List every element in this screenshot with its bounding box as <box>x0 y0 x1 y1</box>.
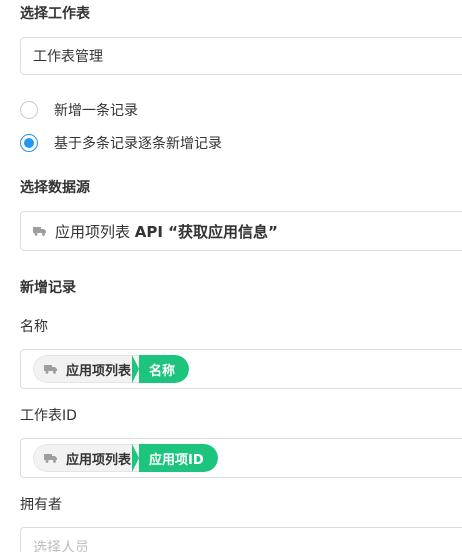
datasource-select[interactable]: 应用项列表 API “获取应用信息” <box>20 211 462 251</box>
tag-field: 名称 <box>132 355 190 383</box>
field-tag[interactable]: 应用项列表 名称 <box>33 355 190 383</box>
field-label-owner: 拥有者 <box>20 497 62 513</box>
radio-option-label: 新增一条记录 <box>54 103 138 119</box>
truck-icon <box>33 227 46 236</box>
worksheet-select-value: 工作表管理 <box>33 49 103 65</box>
name-field[interactable]: 应用项列表 名称 <box>20 349 462 389</box>
worksheet-section-title: 选择工作表 <box>20 6 90 22</box>
truck-icon <box>44 365 57 374</box>
tag-source-label: 应用项列表 <box>66 363 132 379</box>
owner-field[interactable]: 选择人员 <box>20 527 462 552</box>
tag-field: 应用项ID <box>132 444 218 472</box>
tag-source-label: 应用项列表 <box>66 452 132 468</box>
datasource-value: 应用项列表 API “获取应用信息” <box>55 221 278 242</box>
owner-placeholder: 选择人员 <box>33 540 89 552</box>
radio-unchecked-icon[interactable] <box>20 101 38 119</box>
datasource-value-api: API “获取应用信息” <box>134 222 278 241</box>
field-label-worksheet-id: 工作表ID <box>20 408 77 424</box>
new-record-section-title: 新增记录 <box>20 280 76 296</box>
radio-option-multi-record[interactable]: 基于多条记录逐条新增记录 <box>20 133 222 153</box>
worksheet-id-field[interactable]: 应用项列表 应用项ID <box>20 438 462 478</box>
radio-option-single-record[interactable]: 新增一条记录 <box>20 100 138 120</box>
radio-checked-icon[interactable] <box>20 134 38 152</box>
field-label-name: 名称 <box>20 319 48 335</box>
datasource-value-prefix: 应用项列表 <box>55 222 135 241</box>
page: 选择工作表 工作表管理 新增一条记录 基于多条记录逐条新增记录 选择数据源 应用… <box>0 0 462 552</box>
tag-source: 应用项列表 <box>33 444 140 472</box>
field-tag[interactable]: 应用项列表 应用项ID <box>33 444 218 472</box>
radio-option-label: 基于多条记录逐条新增记录 <box>54 136 222 152</box>
truck-icon <box>44 454 57 463</box>
worksheet-select[interactable]: 工作表管理 <box>20 37 462 75</box>
datasource-section-title: 选择数据源 <box>20 180 90 196</box>
tag-source: 应用项列表 <box>33 355 140 383</box>
